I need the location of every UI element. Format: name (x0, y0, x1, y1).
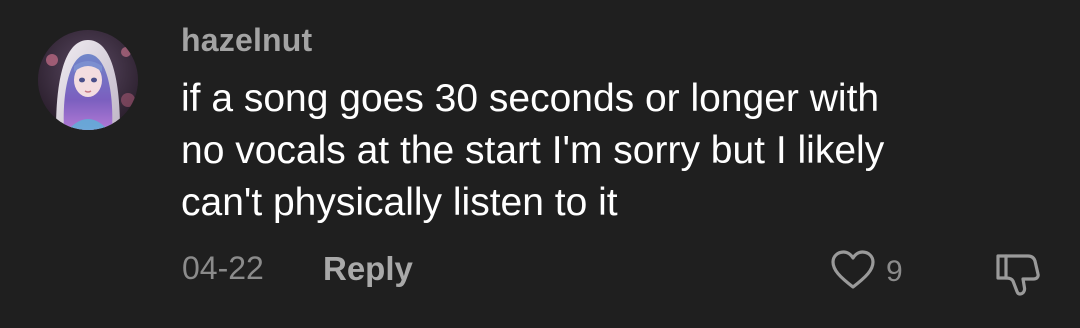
username[interactable]: hazelnut (181, 22, 312, 59)
comment-text-line: can't physically listen to it (181, 181, 618, 224)
heart-icon (830, 249, 876, 296)
comment-text-line: no vocals at the start I'm sorry but I l… (181, 129, 885, 172)
comment-date: 04-22 (182, 250, 264, 286)
dislike-button[interactable] (992, 248, 1044, 300)
avatar-image (38, 30, 138, 130)
like-count: 9 (886, 255, 903, 288)
reply-button[interactable]: Reply (323, 250, 413, 288)
like-button[interactable]: 9 (830, 248, 903, 296)
comment-item: hazelnut if a song goes 30 seconds or lo… (0, 0, 1080, 328)
comment-text: if a song goes 30 seconds or longer with… (181, 73, 1041, 229)
thumbs-down-icon (992, 254, 1044, 304)
comment-text-line: if a song goes 30 seconds or longer with (181, 77, 880, 120)
avatar[interactable] (38, 30, 138, 130)
